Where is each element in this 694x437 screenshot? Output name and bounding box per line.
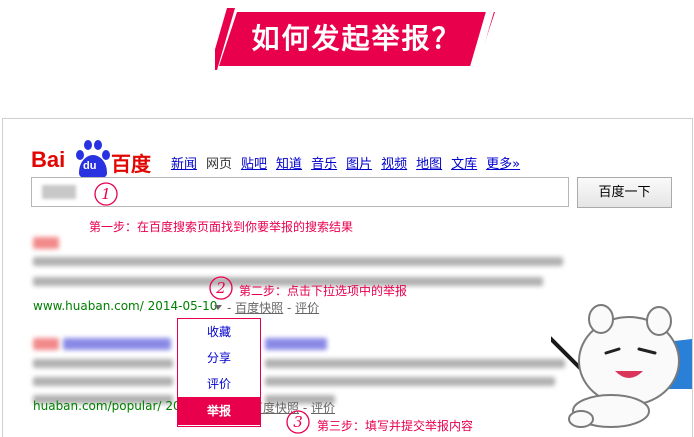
- rate-link[interactable]: 评价: [295, 301, 319, 315]
- nav-item-map[interactable]: 地图: [416, 157, 442, 172]
- rate-link[interactable]: 评价: [311, 401, 335, 415]
- step3-number-badge: 3: [285, 409, 311, 435]
- result1-snippet-blurred: [33, 257, 563, 266]
- paw-icon: [76, 140, 110, 179]
- logo-du-text: du: [83, 160, 97, 172]
- nav-item-zhidao[interactable]: 知道: [276, 157, 302, 172]
- search-button[interactable]: 百度一下: [577, 177, 672, 208]
- step3-annotation: 第三步：填写并提交举报内容: [317, 419, 474, 433]
- step1-number-badge: 1: [93, 181, 119, 207]
- result1-url-line: www.huaban.com/ 2014-05-10: [33, 299, 218, 313]
- nav-item-wenku[interactable]: 文库: [451, 157, 477, 172]
- baidu-logo[interactable]: Bai du 百度: [31, 139, 156, 179]
- result-options-menu: 收藏 分享 评价 举报: [177, 318, 261, 427]
- logo-bai-text: Bai: [31, 147, 66, 172]
- nav-item-video[interactable]: 视频: [381, 157, 407, 172]
- result2-snippet-blurred: [265, 377, 555, 386]
- menu-item-rate[interactable]: 评价: [178, 371, 260, 397]
- result1-actions: - 百度快照 - 评价: [227, 301, 320, 315]
- step1-annotation: 第一步：在百度搜索页面找到你要举报的搜索结果: [89, 220, 354, 234]
- result2-snippet-blurred: [265, 359, 565, 368]
- top-nav: 新闻 网页 贴吧 知道 音乐 图片 视频 地图 文库 更多»: [171, 153, 529, 172]
- result2-snippet-blurred: [33, 359, 173, 368]
- result2-title-blurred: [63, 338, 171, 350]
- nav-item-tieba[interactable]: 贴吧: [241, 157, 267, 172]
- menu-item-favorite[interactable]: 收藏: [178, 319, 260, 345]
- result2-title-blurred: [33, 338, 59, 350]
- banner-title: 如何发起举报？: [251, 22, 462, 55]
- snapshot-link[interactable]: 百度快照: [235, 301, 283, 315]
- result1-title-blurred: [33, 237, 59, 249]
- logo-baidu-text: 百度: [111, 152, 151, 176]
- result2-snippet-blurred: [33, 377, 173, 386]
- nav-item-news[interactable]: 新闻: [171, 157, 197, 172]
- mascot-illustration: [551, 304, 692, 428]
- nav-item-music[interactable]: 音乐: [311, 157, 337, 172]
- result2-title-blurred: [265, 338, 327, 350]
- result2-url-line: huaban.com/popular/ 201: [33, 399, 188, 413]
- nav-item-images[interactable]: 图片: [346, 157, 372, 172]
- step2-number-badge: 2: [208, 275, 234, 301]
- step2-annotation: 第二步：点击下拉选项中的举报: [239, 284, 408, 298]
- menu-item-share[interactable]: 分享: [178, 345, 260, 371]
- baidu-search-screenshot: Bai du 百度 新闻 网页 贴吧 知道 音乐 图片 视频 地图 文库 更多» 百度一下 1 第…: [2, 118, 693, 437]
- nav-item-more[interactable]: 更多»: [486, 157, 520, 172]
- dropdown-arrow-icon[interactable]: [214, 305, 222, 310]
- nav-item-web: 网页: [206, 157, 233, 172]
- banner: 如何发起举报？: [215, 8, 498, 70]
- search-query-blurred: [42, 185, 76, 199]
- menu-item-report[interactable]: 举报: [178, 397, 260, 425]
- result1-date: 2014-05-10: [147, 299, 218, 313]
